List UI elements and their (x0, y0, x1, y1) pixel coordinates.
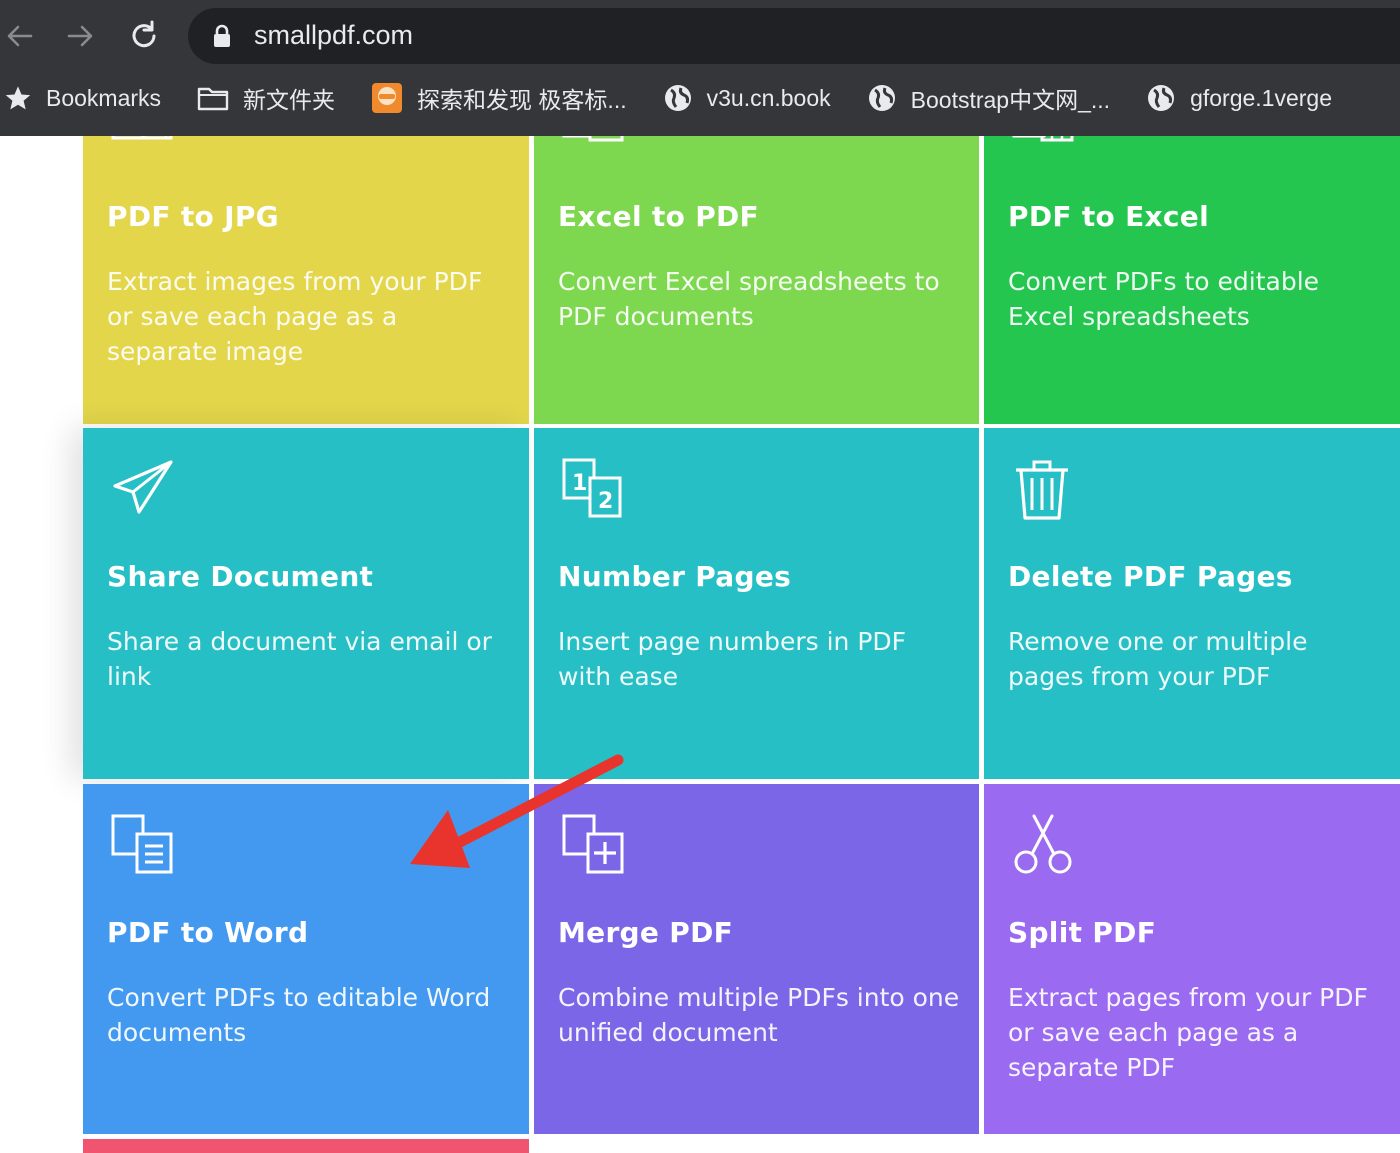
reload-button[interactable] (124, 14, 164, 58)
tool-title: PDF to JPG (107, 200, 279, 233)
lock-icon (212, 24, 232, 52)
tool-title: Number Pages (558, 560, 792, 593)
tool-tile-delete-pages[interactable]: Delete PDF Pages Remove one or multiple … (984, 428, 1400, 779)
browser-chrome: smallpdf.com Bookmarks 新文件夹 探索和发现 极客标...… (0, 0, 1400, 136)
trash-icon (1012, 458, 1072, 526)
forward-button[interactable] (60, 14, 100, 58)
paper-plane-icon (111, 458, 175, 524)
tool-title: PDF to Excel (1008, 200, 1209, 233)
tool-title: Share Document (107, 560, 374, 593)
tool-title: PDF to Word (107, 916, 309, 949)
tool-description: Share a document via email or link (107, 627, 492, 691)
bookmark-bootstrap[interactable]: Bootstrap中文网_... (867, 81, 1110, 115)
bookmark-label: 新文件夹 (243, 87, 336, 113)
tool-title: Split PDF (1008, 916, 1157, 949)
tool-tile-excel-to-pdf[interactable]: Excel to PDF Convert Excel spreadsheets … (534, 116, 979, 424)
pdf-to-word-icon (111, 814, 175, 880)
bookmark-gforge[interactable]: gforge.1verge (1146, 83, 1332, 113)
reload-icon (132, 20, 156, 48)
bookmark-label: Bootstrap中文网_... (910, 87, 1111, 113)
svg-text:2: 2 (598, 489, 613, 514)
tool-tile-share-document[interactable]: Share Document Share a document via emai… (83, 428, 529, 779)
bookmark-label: v3u.cn.book (706, 84, 831, 111)
tool-description: Extract pages from your PDF or save each… (1008, 983, 1368, 1082)
bookmark-folder[interactable]: 新文件夹 (197, 81, 335, 115)
site-favicon-icon (371, 82, 403, 114)
tool-description: Insert page numbers in PDF with ease (558, 627, 907, 691)
bookmarks-bar: Bookmarks 新文件夹 探索和发现 极客标... v3u.cn.book … (0, 72, 1400, 124)
tool-description: Convert PDFs to editable Excel spreadshe… (1008, 267, 1320, 331)
tool-description: Convert Excel spreadsheets to PDF docume… (558, 267, 940, 331)
next-tile-edge (83, 1139, 529, 1153)
tool-title: Merge PDF (558, 916, 734, 949)
globe-icon (867, 83, 897, 113)
url-text: smallpdf.com (254, 20, 414, 50)
bookmark-label: 探索和发现 极客标... (417, 87, 627, 113)
tool-description: Combine multiple PDFs into one unified d… (558, 983, 960, 1047)
bookmark-label: Bookmarks (46, 84, 162, 111)
tool-tile-split-pdf[interactable]: Split PDF Extract pages from your PDF or… (984, 784, 1400, 1134)
back-button[interactable] (0, 14, 40, 58)
address-bar[interactable]: smallpdf.com (188, 8, 1400, 64)
bookmark-v3u[interactable]: v3u.cn.book (663, 83, 831, 113)
red-arrow-icon (410, 754, 624, 868)
tool-tile-number-pages[interactable]: 12 Number Pages Insert page numbers in P… (534, 428, 979, 779)
tool-description: Remove one or multiple pages from your P… (1008, 627, 1308, 691)
scissors-icon (1012, 814, 1076, 880)
tool-tile-pdf-to-jpg[interactable]: PDF to JPG Extract images from your PDF … (83, 116, 529, 424)
tool-description: Convert PDFs to editable Word documents (107, 983, 491, 1047)
tool-title: Excel to PDF (558, 200, 759, 233)
number-pages-icon: 12 (562, 458, 626, 526)
tool-tile-pdf-to-excel[interactable]: PDF to Excel Convert PDFs to editable Ex… (984, 116, 1400, 424)
globe-icon (663, 83, 693, 113)
arrow-shaft (454, 754, 624, 848)
bookmark-geek[interactable]: 探索和发现 极客标... (371, 81, 627, 115)
folder-icon (197, 85, 229, 111)
svg-text:1: 1 (572, 471, 587, 496)
tool-title: Delete PDF Pages (1008, 560, 1293, 593)
forward-arrow-icon (67, 25, 93, 47)
tools-grid: PDF to JPG Extract images from your PDF … (83, 116, 1400, 1153)
globe-icon (1146, 83, 1176, 113)
bookmark-label: gforge.1verge (1190, 84, 1332, 111)
star-icon (4, 84, 32, 112)
tool-description: Extract images from your PDF or save eac… (107, 267, 483, 366)
bookmark-bookmarks[interactable]: Bookmarks (4, 84, 161, 112)
back-arrow-icon (7, 25, 33, 47)
